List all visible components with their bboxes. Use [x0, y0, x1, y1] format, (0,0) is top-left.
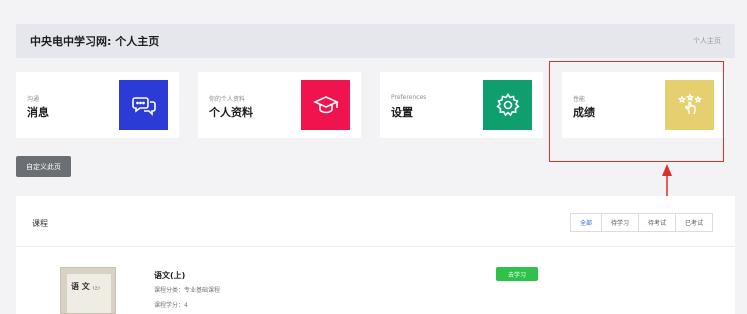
card-label: 个人资料	[209, 106, 253, 119]
card-label: 设置	[391, 106, 413, 119]
course-name[interactable]: 语文(上)	[154, 270, 185, 281]
page-title: 中央电中学习网: 个人主页	[30, 35, 160, 48]
course-filter-group: 全部 待学习 待考试 已考试	[569, 213, 713, 232]
card-subtitle: Preferences	[391, 94, 427, 101]
courses-heading: 课程	[32, 219, 48, 228]
filter-examined[interactable]: 已考试	[674, 213, 713, 232]
card-subtitle: 沟通	[27, 96, 40, 103]
messages-card[interactable]: 沟通 消息	[16, 72, 179, 138]
highlight-box	[549, 61, 724, 162]
profile-card[interactable]: 你的个人资料 个人资料	[198, 72, 361, 138]
course-thumbnail[interactable]: 语 文 (上)	[60, 267, 116, 314]
settings-card[interactable]: Preferences 设置	[380, 72, 543, 138]
gear-icon[interactable]	[483, 80, 532, 130]
filter-to-exam[interactable]: 待考试	[637, 213, 676, 232]
start-learning-button[interactable]: 去学习	[496, 267, 538, 281]
course-credits: 课程学分：4	[154, 302, 188, 309]
graduation-cap-icon[interactable]	[301, 80, 350, 130]
card-label: 消息	[27, 106, 49, 119]
page-header: 中央电中学习网: 个人主页 个人主页	[16, 24, 735, 58]
thumbnail-title: 语 文 (上)	[71, 281, 100, 291]
filter-to-study[interactable]: 待学习	[600, 213, 639, 232]
course-panel: 课程 全部 待学习 待考试 已考试 语 文 (上) 语文(上) 课程分类：专业基…	[16, 196, 735, 314]
divider	[16, 246, 735, 247]
customize-page-button[interactable]: 自定义此页	[16, 156, 71, 177]
filter-all[interactable]: 全部	[569, 213, 602, 232]
breadcrumb[interactable]: 个人主页	[693, 36, 721, 46]
chat-bubbles-icon[interactable]	[119, 80, 168, 130]
course-category: 课程分类：专业基础课程	[154, 287, 221, 294]
card-subtitle: 你的个人资料	[209, 96, 246, 103]
